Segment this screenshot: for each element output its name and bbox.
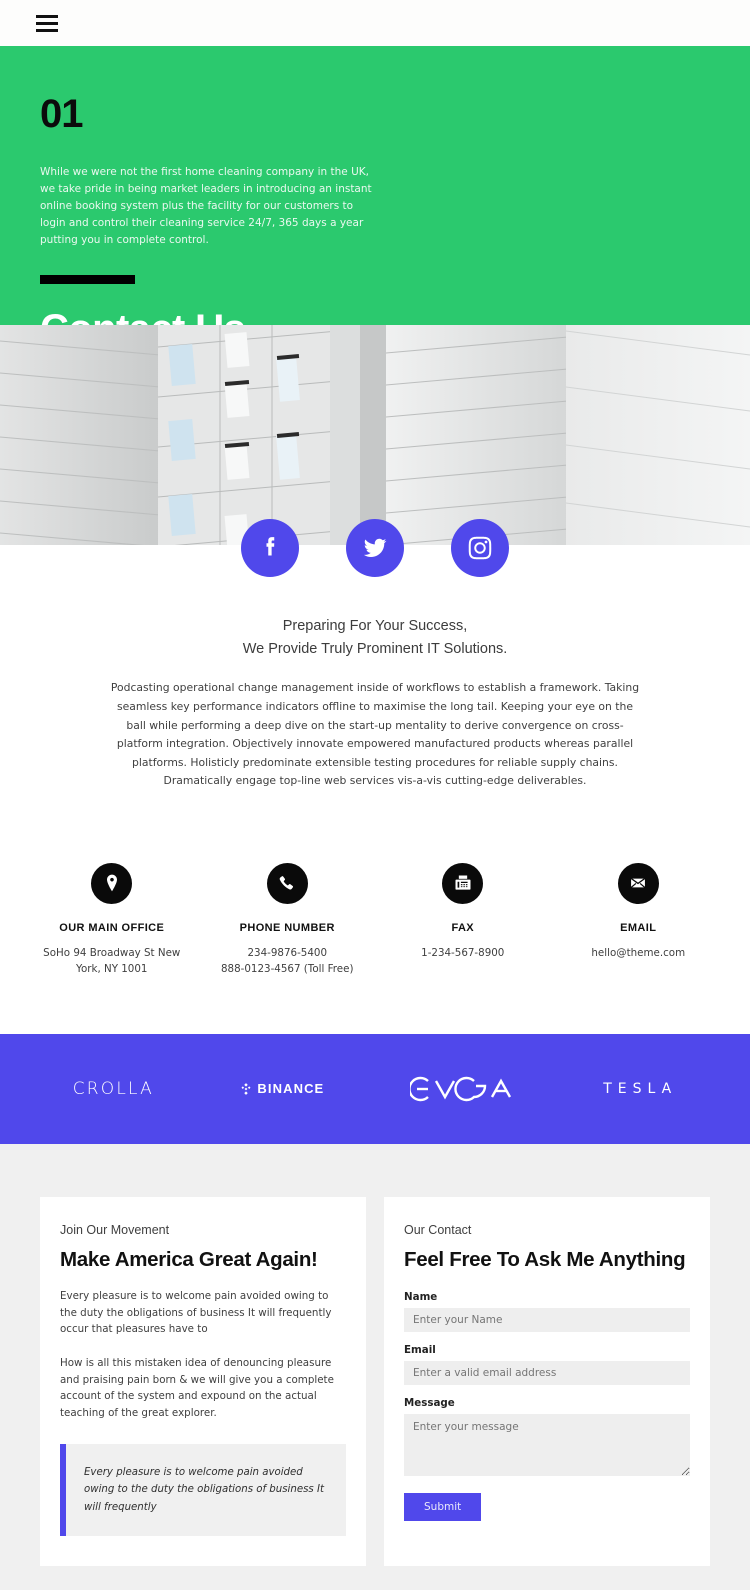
contact-form-card: Our Contact Feel Free To Ask Me Anything… bbox=[384, 1196, 710, 1567]
intro-section: Preparing For Your Success, We Provide T… bbox=[0, 553, 750, 791]
contact-title: EMAIL bbox=[620, 921, 657, 934]
movement-card-blockquote: Every pleasure is to welcome pain avoide… bbox=[60, 1443, 346, 1537]
movement-card-paragraph-1: Every pleasure is to welcome pain avoide… bbox=[60, 1290, 332, 1336]
intro-heading-line-1: Preparing For Your Success, bbox=[282, 618, 468, 634]
contact-info-row: OUR MAIN OFFICE SoHo 94 Broadway St New … bbox=[0, 862, 750, 978]
hero-number: 01 bbox=[40, 92, 84, 136]
contact-lines: 1-234-567-8900 bbox=[375, 945, 551, 961]
contact-line-1: SoHo 94 Broadway St New bbox=[43, 946, 181, 959]
hero-divider-bar bbox=[40, 275, 135, 284]
movement-card-paragraph-2: How is all this mistaken idea of denounc… bbox=[60, 1357, 334, 1420]
contact-item-fax: FAX 1-234-567-8900 bbox=[375, 862, 551, 978]
brand-logo-evga bbox=[409, 1073, 518, 1105]
contact-line-2: 888-0123-4567 (Toll Free) bbox=[221, 963, 354, 976]
movement-card-title: Make America Great Again! bbox=[60, 1247, 318, 1271]
contact-item-email: EMAIL hello@theme.com bbox=[551, 862, 727, 978]
brand-logo-crolla: CROLLA bbox=[72, 1078, 154, 1099]
contact-item-phone: PHONE NUMBER 234-9876-5400 888-0123-4567… bbox=[200, 862, 376, 978]
intro-heading-line-2: We Provide Truly Prominent IT Solutions. bbox=[242, 641, 508, 658]
contact-lines: hello@theme.com bbox=[551, 945, 727, 961]
contact-line-2: York, NY 1001 bbox=[76, 963, 148, 976]
contact-lines: 234-9876-5400 888-0123-4567 (Toll Free) bbox=[200, 945, 376, 978]
message-field-label: Message bbox=[404, 1397, 455, 1410]
brand-logo-tesla: TESLA bbox=[603, 1080, 678, 1097]
evga-wordmark-icon bbox=[409, 1076, 511, 1101]
location-pin-icon bbox=[91, 862, 133, 904]
social-link-instagram[interactable] bbox=[451, 519, 509, 577]
twitter-icon bbox=[363, 538, 387, 557]
intro-heading: Preparing For Your Success, We Provide T… bbox=[110, 615, 640, 661]
contact-lines: SoHo 94 Broadway St New York, NY 1001 bbox=[24, 945, 200, 978]
hamburger-bar bbox=[36, 28, 58, 32]
hero-section: 01 While we were not the first home clea… bbox=[0, 46, 750, 350]
intro-body-text: Podcasting operational change management… bbox=[110, 681, 640, 788]
contact-form: Name Email Message Submit bbox=[404, 1291, 690, 1522]
top-navigation-bar bbox=[0, 0, 750, 46]
facebook-icon bbox=[266, 537, 275, 556]
social-links bbox=[0, 519, 750, 577]
hamburger-bar bbox=[36, 14, 58, 18]
name-input[interactable] bbox=[404, 1308, 690, 1333]
movement-card-kicker: Join Our Movement bbox=[60, 1222, 170, 1237]
movement-card: Join Our Movement Make America Great Aga… bbox=[40, 1196, 366, 1567]
hamburger-bar bbox=[36, 21, 58, 25]
submit-button[interactable]: Submit bbox=[404, 1493, 482, 1522]
social-link-twitter[interactable] bbox=[346, 519, 404, 577]
email-field-label: Email bbox=[404, 1344, 436, 1357]
fax-icon bbox=[442, 862, 484, 904]
contact-form-kicker: Our Contact bbox=[404, 1222, 472, 1237]
instagram-icon bbox=[468, 536, 492, 560]
contact-line-1: hello@theme.com bbox=[591, 946, 686, 959]
contact-line-1: 234-9876-5400 bbox=[247, 946, 328, 959]
email-envelope-icon bbox=[617, 862, 659, 904]
binance-diamond-icon bbox=[241, 1082, 251, 1095]
brand-logos-band: CROLLA BINANCE TESLA bbox=[0, 1033, 750, 1144]
hero-paragraph: While we were not the first home cleanin… bbox=[40, 166, 372, 246]
bottom-cards-section: Join Our Movement Make America Great Aga… bbox=[0, 1143, 750, 1590]
brand-logo-binance: BINANCE bbox=[239, 1081, 324, 1096]
email-input[interactable] bbox=[404, 1361, 690, 1386]
page-root: 01 While we were not the first home clea… bbox=[0, 0, 750, 1590]
phone-icon bbox=[266, 862, 308, 904]
contact-line-1: 1-234-567-8900 bbox=[421, 946, 505, 959]
social-link-facebook[interactable] bbox=[241, 519, 299, 577]
message-textarea[interactable] bbox=[404, 1414, 690, 1477]
hamburger-menu-icon[interactable] bbox=[36, 14, 58, 32]
contact-title: FAX bbox=[451, 921, 475, 934]
brand-logo-binance-label: BINANCE bbox=[257, 1081, 325, 1097]
name-field-label: Name bbox=[404, 1291, 438, 1304]
contact-title: OUR MAIN OFFICE bbox=[59, 921, 165, 934]
contact-title: PHONE NUMBER bbox=[239, 921, 335, 934]
contact-form-title: Feel Free To Ask Me Anything bbox=[404, 1247, 686, 1271]
contact-item-office: OUR MAIN OFFICE SoHo 94 Broadway St New … bbox=[24, 862, 200, 978]
